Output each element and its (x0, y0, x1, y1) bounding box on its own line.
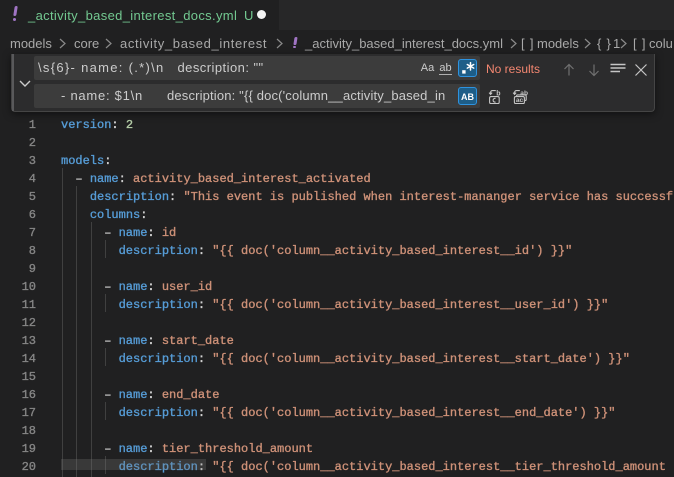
svg-text:ab: ab (520, 90, 528, 97)
svg-text:b: b (496, 90, 500, 97)
svg-text:ac: ac (516, 97, 524, 104)
